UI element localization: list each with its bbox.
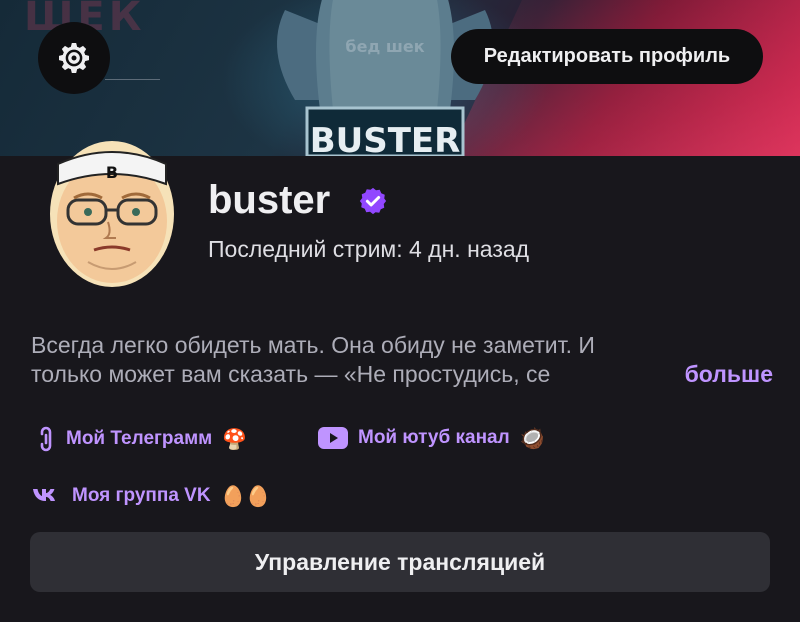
vk-icon (33, 489, 55, 501)
link-youtube[interactable]: Мой ютуб канал 🥥 (318, 426, 545, 450)
link-telegram[interactable]: Мой Телеграмм 🍄 (36, 426, 247, 452)
channel-name: buster (208, 178, 331, 222)
banner-divider (105, 79, 160, 80)
coconut-emoji: 🥥 (519, 426, 545, 450)
mascot-logo-text: BUSTER (310, 121, 461, 156)
link-vk[interactable]: Моя группа VK 🥚🥚 (32, 484, 270, 508)
bio-line-2: только может вам сказать — «Не простудис… (31, 361, 551, 387)
avatar[interactable]: B (48, 126, 176, 289)
gear-icon (59, 43, 89, 73)
bio-more-link[interactable]: больше (676, 360, 773, 389)
avatar-headband-letter: B (106, 163, 118, 182)
link-icon (40, 426, 52, 452)
link-youtube-label: Мой ютуб канал (358, 427, 510, 448)
mushroom-emoji: 🍄 (222, 427, 248, 451)
verified-badge-icon (359, 187, 387, 215)
link-vk-label: Моя группа VK (72, 485, 211, 506)
bio-line-1: Всегда легко обидеть мать. Она обиду не … (31, 332, 595, 358)
mascot-shirt-text: бед шек (345, 37, 424, 56)
last-stream-status: Последний стрим: 4 дн. назад (208, 236, 530, 262)
bio-line-2-wrap: только может вам сказать — «Не простудис… (31, 360, 773, 389)
manage-stream-button[interactable]: Управление трансляцией (30, 532, 770, 592)
bio-fade (619, 360, 669, 389)
youtube-icon (318, 427, 348, 449)
channel-bio: Всегда легко обидеть мать. Она обиду не … (31, 331, 773, 389)
eggs-emoji: 🥚🥚 (220, 484, 271, 508)
settings-button[interactable] (38, 22, 110, 94)
edit-profile-button[interactable]: Редактировать профиль (451, 29, 763, 84)
link-telegram-label: Мой Телеграмм (66, 428, 213, 449)
